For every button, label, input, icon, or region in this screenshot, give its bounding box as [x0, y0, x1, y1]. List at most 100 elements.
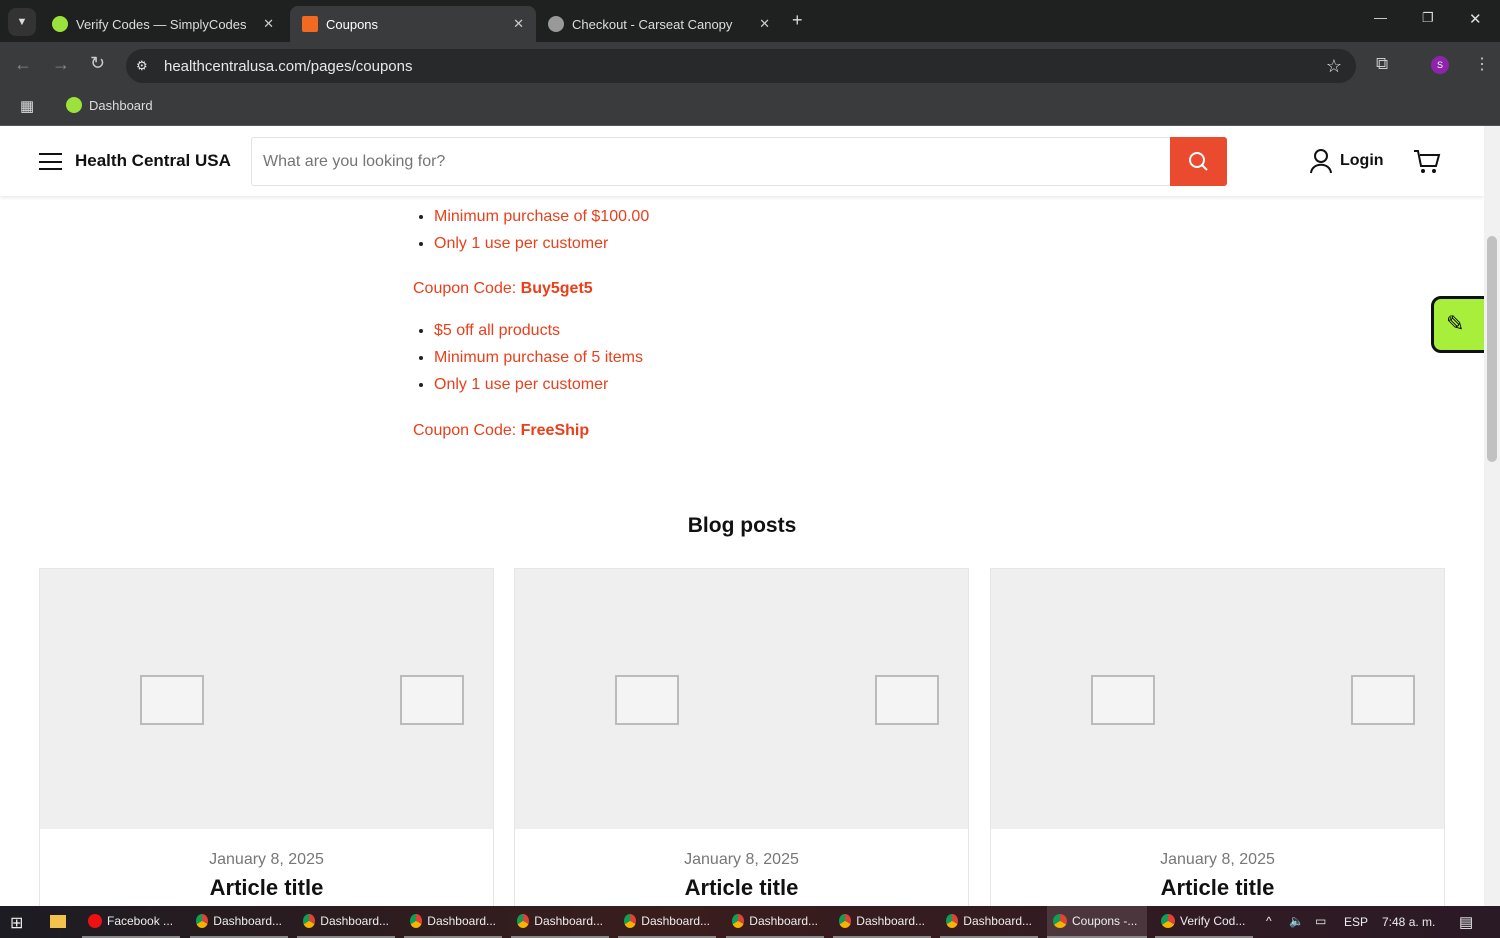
hamburger-menu-icon[interactable] [39, 153, 62, 170]
image-icon [140, 675, 204, 725]
menu-icon[interactable]: ⋮ [1474, 54, 1490, 74]
tab-search-button[interactable]: ▼ [8, 8, 36, 36]
list-item: Only 1 use per customer [434, 376, 643, 403]
profile-avatar[interactable]: S [1431, 56, 1449, 74]
taskbar-item[interactable]: Dashboard... [726, 906, 824, 938]
search-button[interactable] [1170, 137, 1227, 186]
taskbar-label: Dashboard... [641, 914, 710, 928]
simplycodes-widget-button[interactable]: ✎ [1431, 296, 1484, 353]
taskbar: ⊞ Facebook ... Dashboard... Dashboard...… [0, 906, 1500, 938]
blog-image-placeholder [40, 569, 493, 829]
image-icon [615, 675, 679, 725]
post-title[interactable]: Article title [40, 875, 493, 901]
forward-icon[interactable]: → [52, 54, 70, 75]
blog-card[interactable]: January 8, 2025 Article title [39, 568, 494, 906]
file-explorer-icon[interactable] [50, 915, 66, 928]
windows-start-icon[interactable]: ⊞ [10, 913, 23, 933]
web-page: Health Central USA Login Minimum purchas… [0, 126, 1484, 906]
chrome-icon [1161, 914, 1175, 928]
chrome-icon [517, 914, 530, 928]
tab-title: Checkout - Carseat Canopy [572, 16, 733, 32]
taskbar-item[interactable]: Verify Cod... [1155, 906, 1253, 938]
scrollbar-thumb[interactable] [1487, 236, 1497, 462]
taskbar-label: Dashboard... [534, 914, 603, 928]
list-item: $5 off all products [434, 322, 643, 349]
site-info-icon[interactable]: ⚙ [136, 58, 148, 74]
chrome-icon [946, 914, 959, 928]
post-title[interactable]: Article title [991, 875, 1444, 901]
taskbar-item[interactable]: Dashboard... [190, 906, 288, 938]
post-title[interactable]: Article title [515, 875, 968, 901]
close-tab-icon[interactable]: ✕ [759, 16, 770, 32]
post-date: January 8, 2025 [209, 851, 324, 868]
close-window-button[interactable]: ✕ [1469, 10, 1482, 28]
extensions-icon[interactable]: ⧉ [1376, 54, 1388, 74]
image-icon [1091, 675, 1155, 725]
taskbar-item[interactable]: Dashboard... [833, 906, 931, 938]
post-date: January 8, 2025 [684, 851, 799, 868]
notifications-icon[interactable]: ▤ [1459, 913, 1473, 931]
taskbar-label: Coupons -... [1072, 914, 1138, 928]
coupon-code[interactable]: Buy5get5 [521, 280, 593, 297]
globe-icon [548, 16, 564, 32]
chrome-icon [303, 914, 316, 928]
list-item: Minimum purchase of 5 items [434, 349, 643, 376]
site-header: Health Central USA Login [0, 126, 1484, 196]
simplycodes-icon [52, 16, 68, 32]
tab-bar: ▼ Verify Codes — SimplyCodes ✕ Coupons ✕ C… [0, 0, 1500, 42]
site-logo[interactable]: Health Central USA [75, 151, 231, 171]
search-input[interactable] [251, 137, 1171, 186]
coupon-code[interactable]: FreeShip [521, 422, 589, 439]
taskbar-item[interactable]: Dashboard... [618, 906, 716, 938]
coupon-code-line: Coupon Code: FreeShip [413, 422, 589, 440]
blog-card[interactable]: January 8, 2025 Article title [514, 568, 969, 906]
image-icon [400, 675, 464, 725]
carrot-icon [302, 16, 318, 32]
blog-image-placeholder [991, 569, 1444, 829]
toolbar: ← → ↻ ⚙ healthcentralusa.com/pages/coupo… [0, 42, 1500, 88]
taskbar-label: Dashboard... [856, 914, 925, 928]
tray-chevron-icon[interactable]: ^ [1266, 914, 1272, 928]
bookmark-star-icon[interactable]: ☆ [1326, 56, 1342, 77]
reload-icon[interactable]: ↻ [90, 53, 105, 74]
taskbar-label: Facebook ... [107, 914, 174, 928]
coupon-conditions-list: Minimum purchase of $100.00 Only 1 use p… [434, 208, 649, 262]
taskbar-item[interactable]: Dashboard... [297, 906, 395, 938]
back-icon[interactable]: ← [14, 54, 32, 75]
user-icon [1310, 149, 1332, 174]
chrome-icon [196, 914, 209, 928]
tab-checkout[interactable]: Checkout - Carseat Canopy ✕ [536, 6, 782, 42]
close-tab-icon[interactable]: ✕ [263, 16, 274, 32]
address-bar[interactable]: ⚙ healthcentralusa.com/pages/coupons ☆ [126, 49, 1356, 83]
login-link[interactable]: Login [1310, 148, 1384, 174]
list-item: Minimum purchase of $100.00 [434, 208, 649, 235]
taskbar-label: Dashboard... [427, 914, 496, 928]
blog-card[interactable]: January 8, 2025 Article title [990, 568, 1445, 906]
coupon-code-line: Coupon Code: Buy5get5 [413, 280, 593, 298]
taskbar-label: Dashboard... [213, 914, 282, 928]
taskbar-item[interactable]: Dashboard... [940, 906, 1038, 938]
apps-icon[interactable]: ▦ [20, 97, 34, 115]
bookmark-dashboard[interactable]: Dashboard [66, 97, 153, 113]
clock[interactable]: 7:48 a. m. [1382, 915, 1435, 929]
chrome-icon [839, 914, 852, 928]
minimize-button[interactable]: — [1374, 10, 1387, 25]
image-icon [875, 675, 939, 725]
taskbar-item-active[interactable]: Coupons -... [1047, 906, 1147, 938]
restore-button[interactable]: ❐ [1422, 10, 1434, 26]
taskbar-item[interactable]: Dashboard... [404, 906, 502, 938]
url-text: healthcentralusa.com/pages/coupons [164, 57, 413, 75]
tab-coupons[interactable]: Coupons ✕ [290, 6, 536, 42]
new-tab-button[interactable]: + [792, 10, 803, 31]
close-tab-icon[interactable]: ✕ [513, 16, 524, 32]
cart-icon[interactable] [1413, 149, 1441, 175]
scrollbar[interactable] [1484, 126, 1500, 906]
network-icon[interactable]: ▭ [1315, 914, 1326, 928]
taskbar-item[interactable]: Dashboard... [511, 906, 609, 938]
taskbar-item[interactable]: Facebook ... [82, 906, 180, 938]
tab-verify-codes[interactable]: Verify Codes — SimplyCodes ✕ [40, 6, 286, 42]
search-icon [1189, 152, 1208, 171]
language-indicator[interactable]: ESP [1344, 915, 1368, 929]
volume-icon[interactable]: 🔈 [1289, 914, 1304, 928]
bookmarks-bar: ▦ Dashboard [0, 88, 1500, 126]
